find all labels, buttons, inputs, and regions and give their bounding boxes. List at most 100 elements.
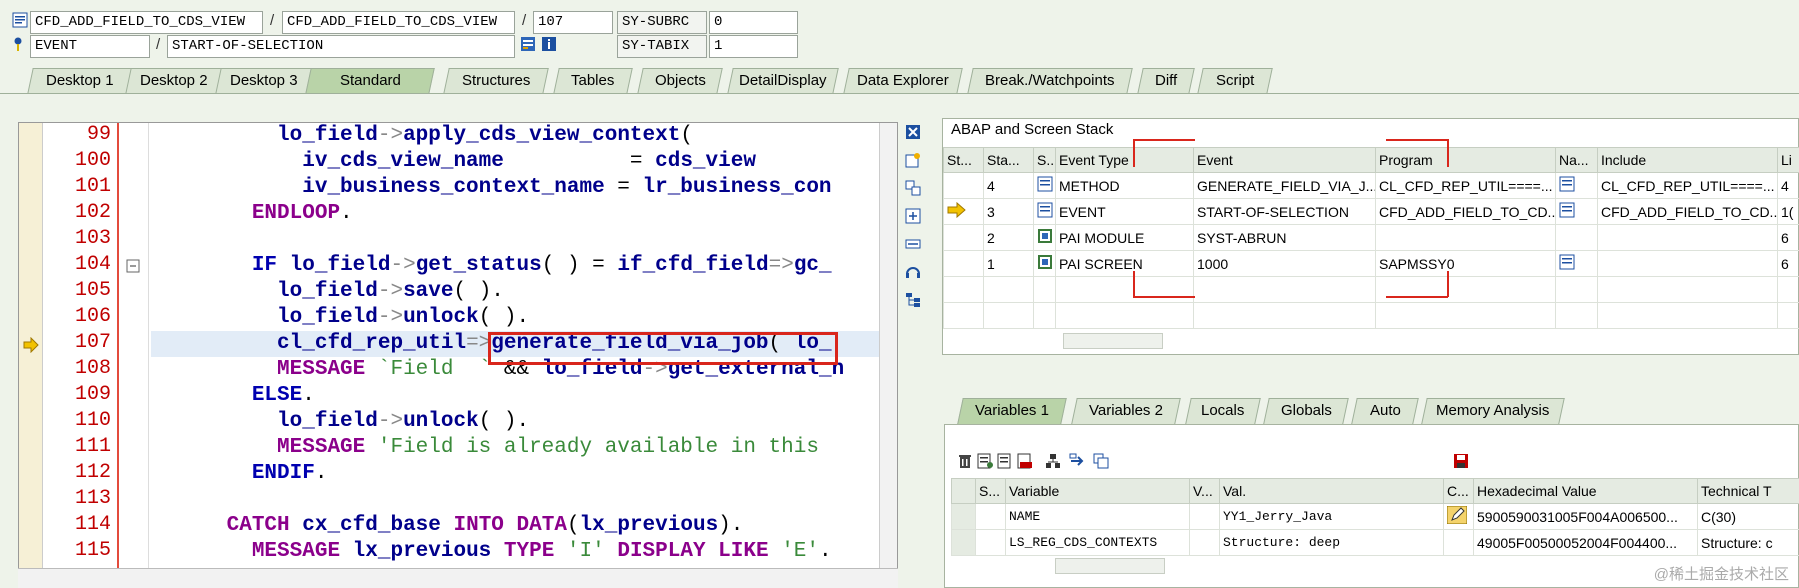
event[interactable]: START-OF-SELECTION — [1193, 198, 1376, 225]
breakpoint-gutter[interactable] — [19, 123, 43, 587]
tab-structures[interactable]: Structures — [443, 68, 549, 94]
column-header[interactable]: Variable — [1005, 478, 1190, 504]
column-header[interactable]: Event — [1193, 147, 1376, 173]
tab-globals[interactable]: Globals — [1263, 398, 1349, 424]
table-row[interactable]: LS_REG_CDS_CONTEXTS Structure: deep 4900… — [951, 529, 1799, 556]
tab-desktop-3[interactable]: Desktop 3 — [215, 68, 313, 94]
tab-break-watchpoints[interactable]: Break./Watchpoints — [967, 68, 1133, 94]
source-icon — [1033, 172, 1056, 199]
column-header[interactable]: Technical T — [1697, 478, 1799, 504]
column-header[interactable]: Sta... — [983, 147, 1034, 173]
column-header[interactable]: Val. — [1219, 478, 1444, 504]
subrc-value[interactable]: 0 — [709, 11, 798, 34]
tab-detaildisplay[interactable]: DetailDisplay — [727, 68, 839, 94]
swap-tool-icon[interactable] — [905, 180, 921, 196]
column-header[interactable]: Event Type — [1055, 147, 1194, 173]
include[interactable]: CL_CFD_REP_UTIL====... — [1597, 172, 1778, 199]
close-icon[interactable] — [905, 124, 921, 140]
tab-standard[interactable]: Standard — [305, 68, 435, 94]
load-variables-icon[interactable] — [1017, 453, 1033, 469]
include[interactable] — [1597, 250, 1778, 277]
column-header[interactable]: V... — [1189, 478, 1220, 504]
event[interactable]: 1000 — [1193, 250, 1376, 277]
navigate-icon[interactable] — [1555, 198, 1598, 225]
tab-data-explorer[interactable]: Data Explorer — [843, 68, 963, 94]
column-header[interactable]: Li — [1777, 147, 1799, 173]
event[interactable]: SYST-ABRUN — [1193, 224, 1376, 251]
collapse-icon[interactable] — [125, 258, 141, 274]
save-icon[interactable] — [1453, 453, 1469, 469]
variable-value[interactable]: Structure: deep — [1219, 529, 1444, 556]
row-marker — [943, 198, 984, 225]
detail-icon[interactable] — [977, 453, 993, 469]
include[interactable]: CFD_ADD_FIELD_TO_CD... — [1597, 198, 1778, 225]
column-header[interactable]: S... — [975, 478, 1006, 504]
event[interactable]: GENERATE_FIELD_VIA_J... — [1193, 172, 1376, 199]
change-cell[interactable] — [1443, 503, 1474, 530]
delete-icon[interactable] — [957, 453, 973, 469]
program[interactable] — [1375, 224, 1556, 251]
include[interactable] — [1597, 224, 1778, 251]
info-icon[interactable] — [541, 36, 557, 52]
line-field[interactable]: 107 — [533, 11, 613, 34]
tab-desktop-1[interactable]: Desktop 1 — [27, 68, 133, 94]
column-header[interactable]: Na... — [1555, 147, 1598, 173]
table-row[interactable]: NAME YY1_Jerry_Java 5900590031005F004A00… — [951, 503, 1799, 530]
hex-value[interactable]: 49005F00500052004F004400... — [1473, 529, 1698, 556]
tab-script[interactable]: Script — [1197, 68, 1273, 94]
variable-name[interactable]: LS_REG_CDS_CONTEXTS — [1005, 529, 1190, 556]
row-selector[interactable] — [951, 529, 976, 556]
column-header[interactable]: C... — [1443, 478, 1474, 504]
column-header[interactable]: St... — [943, 147, 984, 173]
change-cell — [1443, 529, 1474, 556]
variable-name[interactable]: NAME — [1005, 503, 1190, 530]
annotation-line — [1447, 271, 1449, 297]
event-type-field[interactable]: EVENT — [30, 35, 150, 58]
program[interactable]: CL_CFD_REP_UTIL====... — [1375, 172, 1556, 199]
hierarchy-icon[interactable] — [1045, 453, 1061, 469]
tab-auto[interactable]: Auto — [1351, 398, 1419, 424]
table-row[interactable]: 3 EVENT START-OF-SELECTION CFD_ADD_FIELD… — [943, 198, 1799, 225]
row-selector[interactable] — [951, 503, 976, 530]
table-row[interactable]: 1 PAI SCREEN 1000 SAPMSSY0 6 — [943, 250, 1799, 277]
editor-horizontal-scrollbar[interactable] — [18, 568, 898, 588]
navigate-icon[interactable] — [1555, 250, 1598, 277]
event-name-field[interactable]: START-OF-SELECTION — [167, 35, 515, 58]
tree-icon[interactable] — [905, 292, 921, 308]
save-variables-icon[interactable] — [997, 453, 1013, 469]
tab-objects[interactable]: Objects — [637, 68, 723, 94]
editor-vertical-scrollbar[interactable] — [879, 123, 897, 587]
program[interactable]: CFD_ADD_FIELD_TO_CD... — [1375, 198, 1556, 225]
tab-desktop-2[interactable]: Desktop 2 — [125, 68, 223, 94]
column-header[interactable]: S.. — [1033, 147, 1056, 173]
column-header[interactable]: Program — [1375, 147, 1556, 173]
resize-icon[interactable] — [905, 236, 921, 252]
table-row[interactable]: 4 METHOD GENERATE_FIELD_VIA_J... CL_CFD_… — [943, 172, 1799, 199]
stack-horizontal-scrollbar[interactable] — [1063, 333, 1163, 349]
hex-value[interactable]: 5900590031005F004A006500... — [1473, 503, 1698, 530]
transfer-icon[interactable] — [1069, 453, 1085, 469]
variable-value[interactable]: YY1_Jerry_Java — [1219, 503, 1444, 530]
tab-diff[interactable]: Diff — [1137, 68, 1195, 94]
annotation-line — [1133, 139, 1135, 167]
tab-variables-1[interactable]: Variables 1 — [957, 398, 1067, 424]
new-tool-icon[interactable] — [905, 152, 921, 168]
list-icon[interactable] — [520, 36, 536, 52]
maximize-icon[interactable] — [905, 208, 921, 224]
services-icon[interactable] — [905, 264, 921, 280]
tab-variables-2[interactable]: Variables 2 — [1071, 398, 1181, 424]
program-field[interactable]: CFD_ADD_FIELD_TO_CDS_VIEW — [30, 11, 263, 34]
navigate-icon[interactable] — [1555, 172, 1598, 199]
tabix-value[interactable]: 1 — [709, 35, 798, 58]
program[interactable]: SAPMSSY0 — [1375, 250, 1556, 277]
column-header[interactable]: Hexadecimal Value — [1473, 478, 1698, 504]
variables-horizontal-scrollbar[interactable] — [1055, 558, 1165, 574]
table-row[interactable]: 2 PAI MODULE SYST-ABRUN 6 — [943, 224, 1799, 251]
tab-locals[interactable]: Locals — [1185, 398, 1261, 424]
pencil-icon[interactable] — [1446, 505, 1468, 525]
column-header[interactable]: Include — [1597, 147, 1778, 173]
tab-memory-analysis[interactable]: Memory Analysis — [1421, 398, 1565, 424]
copy-icon[interactable] — [1093, 453, 1109, 469]
tab-tables[interactable]: Tables — [553, 68, 633, 94]
include-field[interactable]: CFD_ADD_FIELD_TO_CDS_VIEW — [282, 11, 515, 34]
